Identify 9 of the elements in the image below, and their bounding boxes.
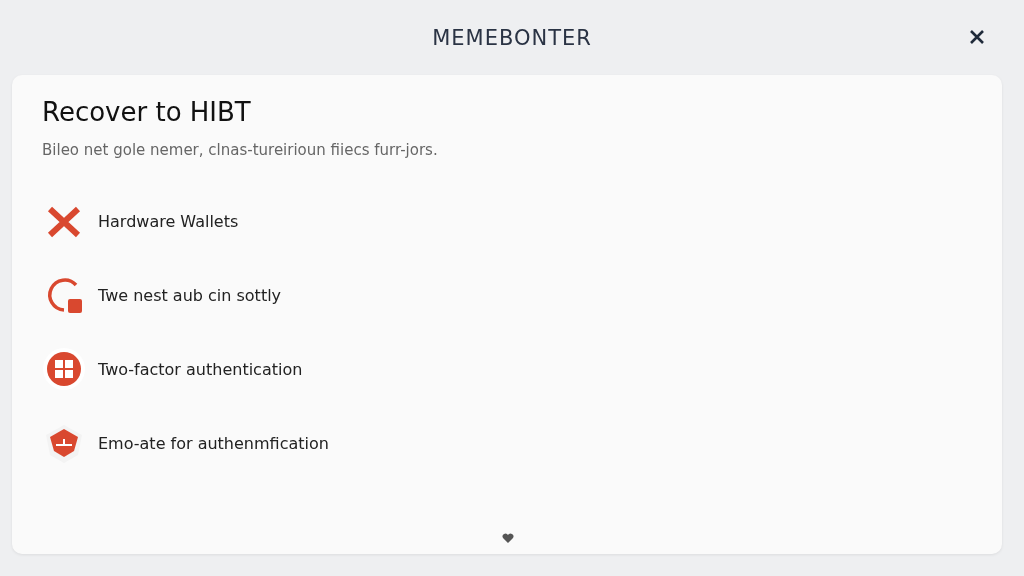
option-label: Two-factor authentication bbox=[98, 359, 303, 379]
option-label: Twe nest aub cin sottly bbox=[98, 285, 282, 305]
card-subtitle: Bileo net gole nemer, clnas-tureirioun fiiecs furr-jors. bbox=[42, 141, 439, 159]
option-label: Emo-ate for authenmfication bbox=[98, 433, 329, 453]
option-label: Hardware Wallets bbox=[98, 211, 239, 231]
close-icon bbox=[968, 28, 986, 46]
card-title: Recover to HIBT bbox=[42, 97, 252, 127]
heart-icon bbox=[502, 533, 514, 544]
window-title: MEMEBONTER bbox=[432, 25, 592, 50]
